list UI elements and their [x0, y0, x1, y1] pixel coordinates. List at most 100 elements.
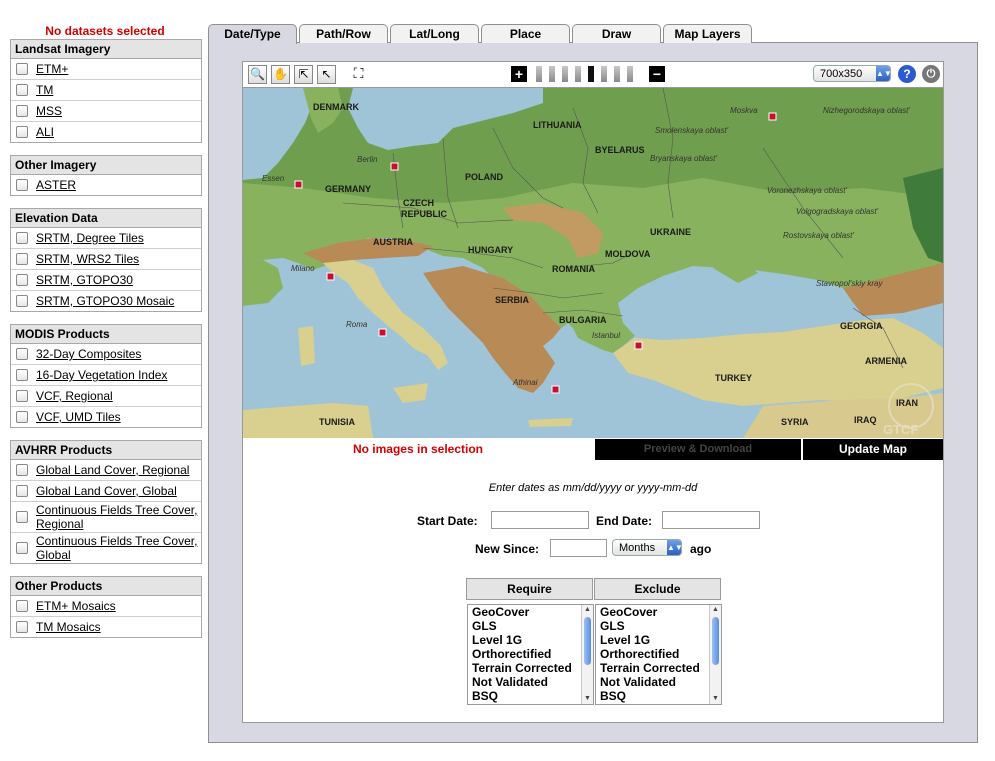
list-option[interactable]: GLS [468, 619, 581, 633]
zoom-level[interactable] [601, 66, 607, 82]
list-option[interactable]: GLS [596, 619, 709, 633]
list-option[interactable]: Orthorectified [596, 647, 709, 661]
start-date-input[interactable] [491, 511, 589, 529]
dataset-link[interactable]: TM [36, 83, 53, 97]
dataset-item[interactable]: MSS [11, 101, 201, 122]
select-arrow-icon[interactable]: ↖ [317, 65, 336, 84]
scroll-down-icon[interactable]: ▼ [710, 694, 721, 704]
dataset-checkbox[interactable] [16, 348, 28, 360]
dataset-checkbox[interactable] [16, 105, 28, 117]
hand-pan-icon[interactable]: ✋ [271, 65, 290, 84]
dataset-item[interactable]: Global Land Cover, Regional [11, 460, 201, 481]
zoom-level[interactable] [614, 66, 620, 82]
dataset-link[interactable]: Global Land Cover, Regional [36, 463, 189, 477]
scroll-thumb[interactable] [584, 617, 591, 665]
tab-place[interactable]: Place [481, 24, 570, 43]
list-option[interactable]: Not Validated [596, 675, 709, 689]
tab-lat-long[interactable]: Lat/Long [390, 24, 479, 43]
select-arrow-plus-icon[interactable]: ⇱ [294, 65, 313, 84]
tab-date-type[interactable]: Date/Type [208, 24, 297, 44]
dataset-item[interactable]: ETM+ [11, 59, 201, 80]
dataset-link[interactable]: Continuous Fields Tree Cover, Regional [36, 503, 201, 531]
dataset-checkbox[interactable] [16, 274, 28, 286]
dataset-checkbox[interactable] [16, 295, 28, 307]
zoom-level[interactable] [562, 66, 568, 82]
dataset-link[interactable]: ASTER [36, 178, 76, 192]
power-icon[interactable]: ⏻ [922, 65, 940, 83]
magnifier-icon[interactable]: 🔍 [248, 65, 267, 84]
dataset-item[interactable]: ETM+ Mosaics [11, 596, 201, 617]
dataset-item[interactable]: Continuous Fields Tree Cover, Global [11, 533, 201, 563]
dataset-link[interactable]: SRTM, GTOPO30 Mosaic [36, 294, 174, 308]
since-unit-select[interactable]: Months ▲▼ [612, 539, 683, 556]
dataset-checkbox[interactable] [16, 542, 28, 554]
list-option[interactable]: GeoCover [468, 605, 581, 619]
zoom-level[interactable] [627, 66, 633, 82]
scroll-up-icon[interactable]: ▲ [582, 605, 593, 615]
map-marker[interactable] [634, 341, 643, 350]
zoom-level[interactable] [575, 66, 581, 82]
list-option[interactable]: Not Validated [468, 675, 581, 689]
map-marker[interactable] [294, 180, 303, 189]
dataset-checkbox[interactable] [16, 621, 28, 633]
list-option[interactable]: Level 1G [596, 633, 709, 647]
dataset-item[interactable]: TM [11, 80, 201, 101]
dataset-item[interactable]: SRTM, GTOPO30 [11, 270, 201, 291]
dataset-item[interactable]: 16-Day Vegetation Index [11, 365, 201, 386]
map-marker[interactable] [768, 112, 777, 121]
dataset-checkbox[interactable] [16, 390, 28, 402]
dataset-checkbox[interactable] [16, 63, 28, 75]
dataset-link[interactable]: VCF, UMD Tiles [36, 410, 121, 424]
list-option[interactable]: Terrain Corrected [468, 661, 581, 675]
zoom-in-button[interactable]: + [511, 66, 527, 82]
help-icon[interactable]: ? [898, 65, 916, 83]
scroll-up-icon[interactable]: ▲ [710, 605, 721, 615]
list-option[interactable]: Level 1G [468, 633, 581, 647]
scrollbar[interactable]: ▲ ▼ [581, 605, 593, 704]
dataset-link[interactable]: TM Mosaics [36, 620, 101, 634]
dataset-checkbox[interactable] [16, 369, 28, 381]
dataset-checkbox[interactable] [16, 600, 28, 612]
zoom-out-button[interactable]: − [649, 66, 665, 82]
map-size-select[interactable]: 700x350 ▲▼ [813, 65, 892, 82]
list-option[interactable]: BSQ [468, 689, 581, 703]
list-option[interactable]: BSQ [596, 689, 709, 703]
dataset-link[interactable]: MSS [36, 104, 62, 118]
list-option[interactable]: Orthorectified [468, 647, 581, 661]
map-marker[interactable] [378, 328, 387, 337]
dataset-link[interactable]: SRTM, WRS2 Tiles [36, 252, 139, 266]
zoom-level[interactable] [549, 66, 555, 82]
exclude-listbox[interactable]: GeoCover GLS Level 1G Orthorectified Ter… [595, 604, 722, 705]
dataset-checkbox[interactable] [16, 511, 28, 523]
require-listbox[interactable]: GeoCover GLS Level 1G Orthorectified Ter… [467, 604, 594, 705]
zoom-level-selected[interactable] [588, 66, 594, 82]
tab-draw[interactable]: Draw [572, 24, 661, 43]
tab-map-layers[interactable]: Map Layers [663, 24, 752, 43]
dataset-checkbox[interactable] [16, 179, 28, 191]
dataset-link[interactable]: 32-Day Composites [36, 347, 141, 361]
dataset-checkbox[interactable] [16, 84, 28, 96]
dataset-item[interactable]: VCF, UMD Tiles [11, 407, 201, 427]
scroll-down-icon[interactable]: ▼ [582, 694, 593, 704]
dataset-item[interactable]: 32-Day Composites [11, 344, 201, 365]
dataset-link[interactable]: ALI [36, 125, 54, 139]
dataset-item[interactable]: SRTM, Degree Tiles [11, 228, 201, 249]
dataset-item[interactable]: Continuous Fields Tree Cover, Regional [11, 502, 201, 533]
zoom-level[interactable] [536, 66, 542, 82]
preview-download-button[interactable]: Preview & Download [595, 439, 801, 460]
dataset-checkbox[interactable] [16, 253, 28, 265]
dataset-checkbox[interactable] [16, 485, 28, 497]
dataset-item[interactable]: VCF, Regional [11, 386, 201, 407]
dataset-link[interactable]: 16-Day Vegetation Index [36, 368, 167, 382]
list-option[interactable]: Terrain Corrected [596, 661, 709, 675]
dataset-link[interactable]: SRTM, Degree Tiles [36, 231, 144, 245]
dataset-item[interactable]: ALI [11, 122, 201, 142]
update-map-button[interactable]: Update Map [803, 439, 943, 460]
map-marker[interactable] [390, 162, 399, 171]
scrollbar[interactable]: ▲ ▼ [709, 605, 721, 704]
dataset-checkbox[interactable] [16, 232, 28, 244]
dataset-checkbox[interactable] [16, 464, 28, 476]
dataset-item[interactable]: SRTM, GTOPO30 Mosaic [11, 291, 201, 311]
new-since-input[interactable] [550, 539, 607, 557]
tab-path-row[interactable]: Path/Row [299, 24, 388, 43]
